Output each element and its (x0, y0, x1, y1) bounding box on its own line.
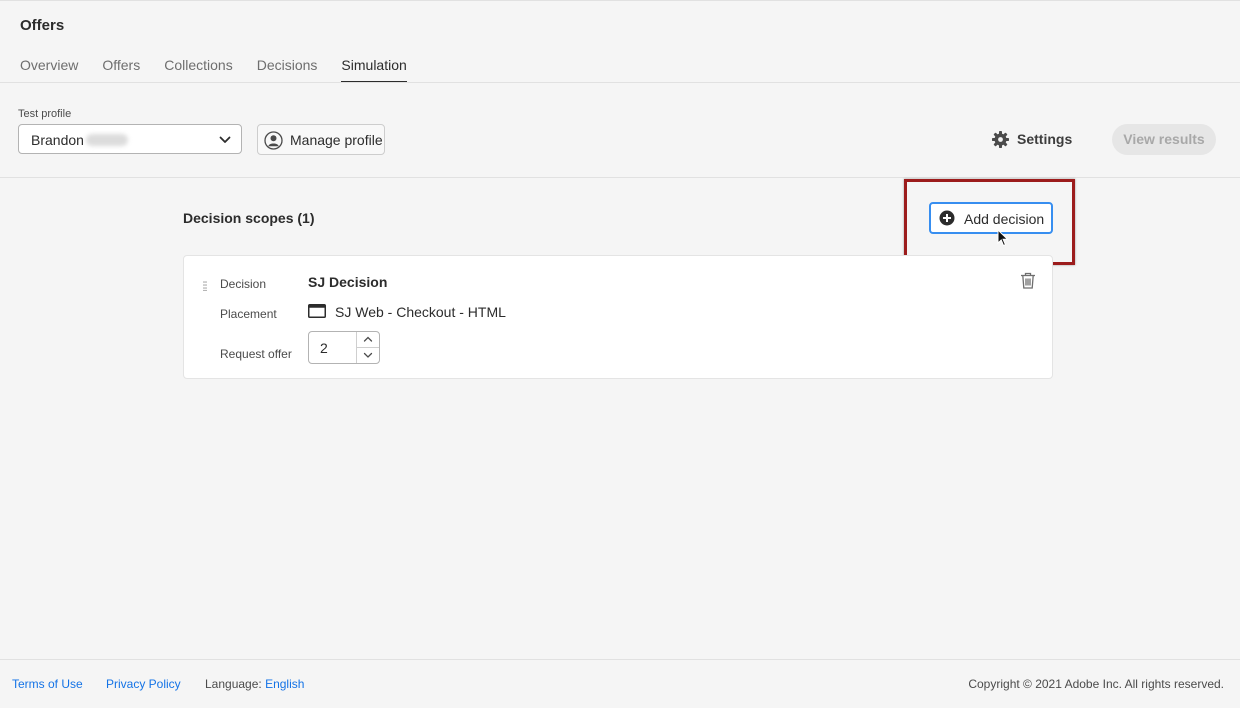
decision-scopes-title: Decision scopes (1) (183, 210, 315, 226)
add-decision-label: Add decision (964, 211, 1045, 227)
add-circle-icon (939, 210, 955, 231)
drag-handle-icon[interactable] (203, 278, 207, 296)
chevron-down-icon (363, 352, 373, 358)
copyright-text: Copyright © 2021 Adobe Inc. All rights r… (968, 677, 1224, 691)
increment-button[interactable] (357, 332, 379, 347)
chevron-up-icon (363, 336, 373, 342)
chevron-down-icon (219, 133, 231, 151)
placement-value: SJ Web - Checkout - HTML (335, 304, 506, 320)
manage-profile-label: Manage profile (290, 132, 383, 148)
manage-profile-button[interactable]: Manage profile (257, 124, 385, 155)
request-offer-value[interactable]: 2 (320, 340, 328, 356)
decision-scope-card: Decision SJ Decision Placement SJ Web - … (183, 255, 1053, 379)
mouse-cursor-icon (997, 228, 1009, 252)
tab-decisions[interactable]: Decisions (257, 57, 318, 83)
language-selector: Language: English (205, 677, 304, 691)
tab-simulation[interactable]: Simulation (341, 57, 408, 83)
redacted-surname (85, 134, 128, 146)
footer: Terms of Use Privacy Policy Language: En… (0, 659, 1240, 708)
tab-overview[interactable]: Overview (20, 57, 78, 83)
language-link[interactable]: English (265, 677, 304, 691)
decrement-button[interactable] (357, 348, 379, 363)
language-label: Language: (205, 677, 262, 691)
user-icon (264, 131, 283, 155)
test-profile-select[interactable]: Brandon (18, 124, 242, 154)
settings-label: Settings (1017, 131, 1073, 147)
gear-icon (991, 130, 1010, 154)
test-profile-value: Brandon (31, 132, 128, 148)
decision-value: SJ Decision (308, 274, 388, 290)
add-decision-button[interactable]: Add decision (929, 202, 1053, 234)
tab-collections[interactable]: Collections (164, 57, 232, 83)
request-offer-label: Request offer (220, 347, 292, 361)
toolbar-divider (0, 177, 1240, 178)
tab-offers[interactable]: Offers (102, 57, 140, 83)
page-title: Offers (20, 17, 65, 34)
top-divider (0, 0, 1240, 1)
terms-of-use-link[interactable]: Terms of Use (12, 677, 83, 691)
decision-label: Decision (220, 277, 267, 291)
tabs-divider (0, 82, 1240, 83)
privacy-policy-link[interactable]: Privacy Policy (106, 677, 181, 691)
browser-window-icon (308, 304, 326, 323)
view-results-button[interactable]: View results (1112, 124, 1216, 155)
placement-label: Placement (220, 307, 277, 321)
test-profile-label: Test profile (18, 108, 72, 120)
tab-bar: Overview Offers Collections Decisions Si… (20, 57, 431, 83)
request-offer-stepper[interactable]: 2 (308, 331, 380, 364)
trash-icon[interactable] (1020, 272, 1036, 294)
